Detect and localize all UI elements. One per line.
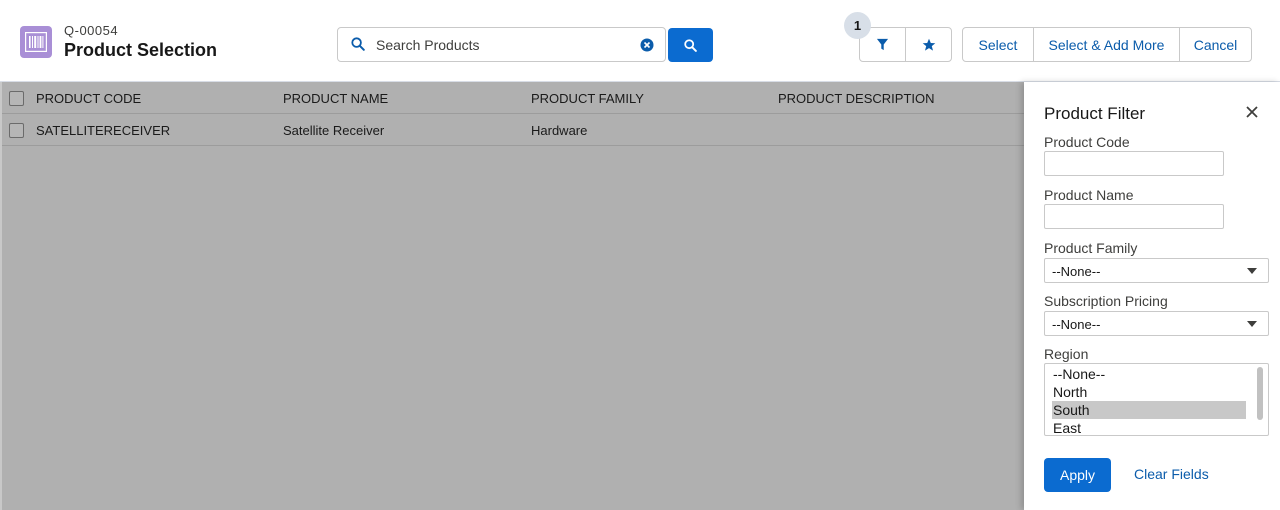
search-box[interactable]	[337, 27, 666, 62]
product-family-value: --None--	[1052, 264, 1101, 279]
column-header-product-description[interactable]: PRODUCT DESCRIPTION	[778, 91, 935, 106]
page-header: Q-00054 Product Selection 1	[0, 0, 1280, 82]
product-code-label: Product Code	[1044, 134, 1130, 150]
table-header-row: PRODUCT CODE PRODUCT NAME PRODUCT FAMILY…	[2, 82, 1024, 114]
select-all-checkbox[interactable]	[9, 91, 24, 106]
icon-button-group	[859, 27, 952, 62]
subscription-pricing-label: Subscription Pricing	[1044, 293, 1168, 309]
star-icon	[922, 38, 935, 51]
product-family-select[interactable]: --None--	[1044, 258, 1269, 283]
favorites-button[interactable]	[905, 28, 951, 61]
select-add-more-button[interactable]: Select & Add More	[1033, 28, 1179, 61]
filter-icon	[876, 38, 889, 51]
table-row[interactable]: SATELLITERECEIVER Satellite Receiver Har…	[2, 114, 1024, 146]
page-title: Product Selection	[64, 40, 218, 60]
action-button-group: Select Select & Add More Cancel	[962, 27, 1252, 62]
product-name-label: Product Name	[1044, 187, 1134, 203]
apply-button[interactable]: Apply	[1044, 458, 1111, 492]
select-button[interactable]: Select	[963, 28, 1033, 61]
clear-search-icon[interactable]	[640, 38, 654, 57]
chevron-down-icon	[1247, 268, 1257, 274]
region-option-none[interactable]: --None--	[1052, 365, 1246, 383]
chevron-down-icon	[1247, 321, 1257, 327]
product-name-field[interactable]	[1044, 204, 1224, 229]
column-header-product-family[interactable]: PRODUCT FAMILY	[531, 91, 644, 106]
product-family-label: Product Family	[1044, 240, 1138, 256]
region-scrollbar[interactable]	[1257, 367, 1263, 420]
quote-number: Q-00054	[64, 23, 119, 38]
column-header-product-code[interactable]: PRODUCT CODE	[36, 91, 141, 106]
cell-product-code: SATELLITERECEIVER	[36, 123, 171, 138]
search-icon	[351, 37, 365, 56]
filter-count-badge: 1	[844, 12, 871, 39]
subscription-pricing-value: --None--	[1052, 317, 1101, 332]
search-icon	[684, 38, 697, 52]
close-icon[interactable]	[1246, 105, 1258, 123]
cell-product-family: Hardware	[531, 123, 588, 138]
region-listbox[interactable]: --None-- North South East	[1044, 363, 1269, 436]
product-code-field[interactable]	[1044, 151, 1224, 176]
region-label: Region	[1044, 346, 1089, 362]
region-option-north[interactable]: North	[1052, 383, 1246, 401]
cancel-button[interactable]: Cancel	[1179, 28, 1251, 61]
region-option-south[interactable]: South	[1052, 401, 1246, 419]
product-table: PRODUCT CODE PRODUCT NAME PRODUCT FAMILY…	[0, 82, 1024, 510]
barcode-icon	[20, 26, 52, 58]
clear-fields-link[interactable]: Clear Fields	[1134, 466, 1209, 482]
row-checkbox[interactable]	[9, 123, 24, 138]
cell-product-name: Satellite Receiver	[283, 123, 385, 138]
region-option-east[interactable]: East	[1052, 419, 1246, 435]
subscription-pricing-select[interactable]: --None--	[1044, 311, 1269, 336]
panel-title: Product Filter	[1044, 104, 1146, 123]
product-filter-panel: Product Filter Product Code Product Name…	[1024, 82, 1280, 510]
search-input[interactable]	[376, 34, 636, 56]
column-header-product-name[interactable]: PRODUCT NAME	[283, 91, 388, 106]
search-button[interactable]	[668, 28, 713, 62]
